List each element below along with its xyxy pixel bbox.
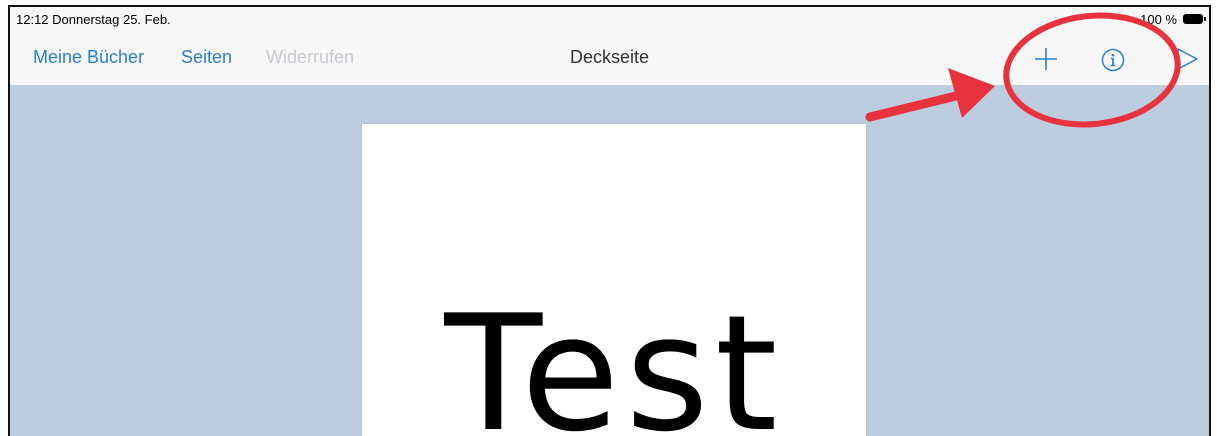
status-bar: 12:12 Donnerstag 25. Feb. 100 % <box>10 7 1209 31</box>
battery-percent: 100 % <box>1140 12 1177 27</box>
battery-icon <box>1183 14 1206 24</box>
book-page[interactable]: Test <box>362 124 866 436</box>
play-icon[interactable] <box>1175 47 1199 71</box>
canvas-area: Test <box>10 86 1209 436</box>
plus-icon[interactable] <box>1034 47 1058 71</box>
navigation-bar: Meine Bücher Seiten Widerrufen Deckseite <box>10 31 1209 86</box>
app-window: 12:12 Donnerstag 25. Feb. 100 % Meine Bü… <box>8 5 1211 436</box>
page-text[interactable]: Test <box>362 294 866 436</box>
status-time-date: 12:12 Donnerstag 25. Feb. <box>16 12 171 27</box>
info-icon[interactable] <box>1101 48 1125 72</box>
page-title: Deckseite <box>569 47 650 67</box>
